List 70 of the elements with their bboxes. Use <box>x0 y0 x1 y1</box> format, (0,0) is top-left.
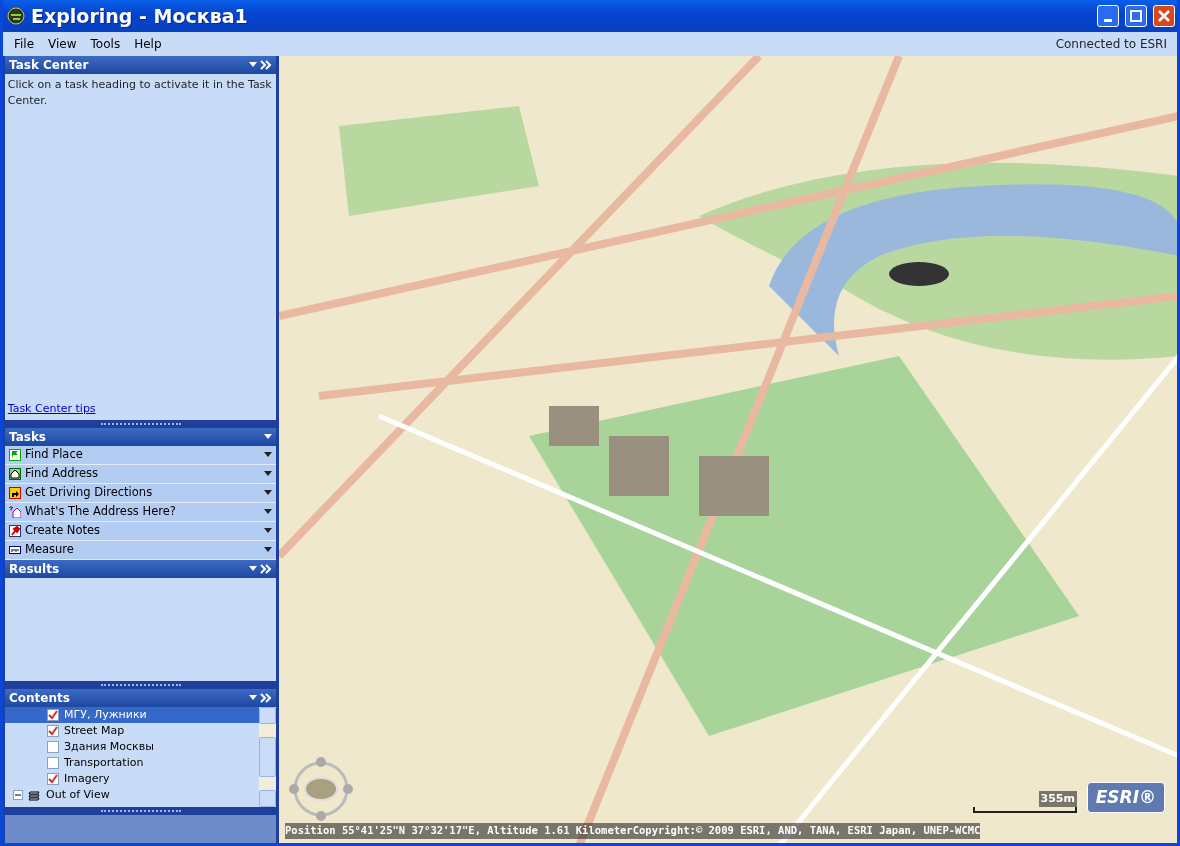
check-icon <box>48 774 58 784</box>
dropdown-icon <box>264 528 272 534</box>
layer-row[interactable]: МГУ, Лужники <box>5 707 259 723</box>
task-item[interactable]: Create Notes <box>5 522 276 541</box>
menu-item[interactable]: Tools <box>83 34 128 54</box>
dropdown-icon <box>264 434 272 440</box>
menu-item[interactable]: Help <box>127 34 169 54</box>
layer-label: Street Map <box>64 722 125 739</box>
checkbox[interactable] <box>47 773 59 785</box>
copyright-text: Copyright:© 2009 ESRI, AND, TANA, ESRI Japan, UNEP-WCMC <box>632 823 981 839</box>
minimize-icon <box>1104 18 1112 22</box>
position-readout: Position 55°41'25"N 37°32'17"E, Altitude 1.61 Kilometer <box>285 823 633 839</box>
dropdown-icon <box>249 695 257 701</box>
tasks-header[interactable]: Tasks <box>5 428 276 446</box>
minimize-button[interactable] <box>1097 5 1119 27</box>
layer-label: Out of View <box>46 786 110 803</box>
results-header[interactable]: Results <box>5 560 276 578</box>
layer-row[interactable]: Street Map <box>5 723 259 739</box>
double-chevron-icon <box>260 564 272 574</box>
close-button[interactable] <box>1153 5 1175 27</box>
contents-header[interactable]: Contents <box>5 689 276 707</box>
question-house-icon <box>9 506 21 518</box>
double-chevron-icon <box>260 693 272 703</box>
checkbox[interactable] <box>47 757 59 769</box>
house-icon <box>9 468 21 480</box>
map-view[interactable]: 355m ESRI® Position 55°41'25"N 37°32'17"E, Altitude 1.61 KilometerCopyright:© 2009 ESRI, AND, TANA, ESRI Japan, UNEP-WCMC <box>279 56 1177 843</box>
dropdown-icon <box>264 490 272 496</box>
maximize-button[interactable] <box>1125 5 1147 27</box>
menu-item[interactable]: File <box>7 34 42 54</box>
layers-icon <box>28 789 41 801</box>
double-chevron-icon <box>260 60 272 70</box>
layer-row[interactable]: Transportation <box>5 755 259 771</box>
task-item[interactable]: Find Address <box>5 465 276 484</box>
checkbox[interactable] <box>47 709 59 721</box>
task-item[interactable]: What's The Address Here? <box>5 503 276 522</box>
esri-logo: ESRI® <box>1086 781 1165 813</box>
pushpin-icon <box>9 525 21 537</box>
maximize-icon <box>1130 10 1142 22</box>
ruler-icon <box>9 544 21 556</box>
scale-label: 355m <box>1038 790 1077 807</box>
layer-label: Transportation <box>64 754 144 771</box>
dropdown-icon <box>249 62 257 68</box>
dropdown-icon <box>264 509 272 515</box>
dropdown-icon <box>264 547 272 553</box>
layer-label: МГУ, Лужники <box>64 706 147 723</box>
flag-icon <box>9 449 21 461</box>
layer-row[interactable]: Здания Москвы <box>5 739 259 755</box>
task-item[interactable]: Find Place <box>5 446 276 465</box>
app-icon <box>7 7 25 25</box>
task-item[interactable]: Measure <box>5 541 276 560</box>
task-item[interactable]: Get Driving Directions <box>5 484 276 503</box>
minus-icon <box>14 791 22 799</box>
window-title: Exploring - Москва1 <box>31 3 249 29</box>
menu-item[interactable]: View <box>41 34 84 54</box>
task-center-header[interactable]: Task Center <box>5 56 276 74</box>
checkbox[interactable] <box>47 725 59 737</box>
scrollbar[interactable] <box>259 707 276 807</box>
connection-status: Connected to ESRI <box>1055 36 1168 53</box>
dropdown-icon <box>264 452 272 458</box>
layer-row[interactable]: Out of View <box>5 787 259 803</box>
layer-label: Здания Москвы <box>64 738 154 755</box>
expander[interactable] <box>13 790 23 800</box>
dropdown-icon <box>264 471 272 477</box>
dropdown-icon <box>249 566 257 572</box>
checkbox[interactable] <box>47 741 59 753</box>
close-icon <box>1158 10 1170 22</box>
layer-label: Imagery <box>64 770 110 787</box>
task-center-tips-link[interactable]: Task Center tips <box>7 401 96 415</box>
task-center-instructions: Click on a task heading to activate it in the Task Center. <box>7 76 273 110</box>
layer-row[interactable]: Imagery <box>5 771 259 787</box>
